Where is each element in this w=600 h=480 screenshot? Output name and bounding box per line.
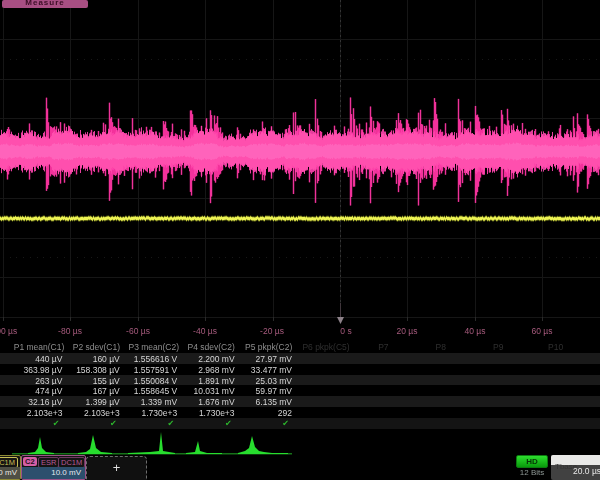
hd-mode-badge[interactable]: HD (516, 455, 548, 468)
timebase-descriptor[interactable]: Tbase 20.0 µs (551, 455, 600, 480)
parameter-table: P1 mean(C1)P2 sdev(C1)P3 mean(C2)P4 sdev… (0, 341, 600, 431)
param-value-cell: 263 µV (10, 376, 62, 386)
param-table-row: 363.98 µV 158.308 µV 1.557591 V 2.968 mV 33.… (0, 364, 600, 375)
param-table-row: 474 µV 167 µV 1.558645 V 10.031 mV 59.97 mV (0, 385, 600, 396)
param-value-cell: 1.558645 V (125, 386, 177, 396)
param-value-cell: 474 µV (10, 386, 62, 396)
param-value-cell: 155 µV (67, 376, 119, 386)
time-axis-label: -80 µs (40, 326, 100, 336)
param-value-cell: 1.399 µV (67, 397, 119, 407)
param-value-cell: 1.676 mV (182, 397, 234, 407)
param-header-unused[interactable]: P6 pkpk(C5) (297, 342, 355, 352)
param-table-row: 2.103e+3 2.103e+3 1.730e+3 1.730e+3 292 (0, 407, 600, 418)
param-value-cell: 1.730e+3 (125, 408, 177, 418)
measure-tab[interactable]: Measure (2, 0, 88, 8)
time-axis-label: -100 µs (0, 326, 33, 336)
time-axis-label: -40 µs (175, 326, 235, 336)
param-value-cell: 10.031 mV (182, 386, 234, 396)
timebase-value: 20.0 µs (573, 466, 600, 476)
param-value-cell: 1.556616 V (125, 354, 177, 364)
param-value-cell: 1.339 mV (125, 397, 177, 407)
param-value-cell: 1.550084 V (125, 376, 177, 386)
hd-bits-label: 12 Bits (512, 468, 552, 477)
param-value-cell: 2.968 mV (182, 365, 234, 375)
param-value-cell: 1.891 mV (182, 376, 234, 386)
param-table-row: 440 µV 160 µV 1.556616 V 2.200 mV 27.97 mV (0, 353, 600, 364)
add-channel-button[interactable]: + (86, 456, 147, 480)
c2-channel-chip: C2 (23, 457, 37, 466)
time-axis-label: 60 µs (512, 326, 572, 336)
param-value-cell: 25.03 mV (240, 376, 292, 386)
param-header[interactable]: P3 mean(C2) (125, 342, 183, 352)
bottom-bar: DC1M 10.0 mV C2 ESR DC1M 10.0 mV + HD 12… (0, 455, 600, 480)
param-value-cell: 160 µV (67, 354, 119, 364)
param-header[interactable]: P5 pkpk(C2) (240, 342, 298, 352)
status-check-icon: ✔ (10, 419, 59, 428)
channel-c2-descriptor[interactable]: C2 ESR DC1M 10.0 mV (21, 455, 86, 480)
plus-icon: + (113, 460, 121, 475)
time-axis-label: 20 µs (377, 326, 437, 336)
param-value-cell: 27.97 mV (240, 354, 292, 364)
param-table-row: 32.16 µV 1.399 µV 1.339 mV 1.676 mV 6.135 mV (0, 396, 600, 407)
param-header-unused[interactable]: P10 (527, 342, 585, 352)
time-axis-label: -20 µs (242, 326, 302, 336)
param-value-cell: 59.97 mV (240, 386, 292, 396)
c1-vertical-scale: 10.0 mV (0, 468, 20, 477)
status-check-icon: ✔ (67, 419, 116, 428)
param-value-cell: 167 µV (67, 386, 119, 396)
param-value-cell: 1.557591 V (125, 365, 177, 375)
param-header-unused[interactable]: P9 (469, 342, 527, 352)
param-header[interactable]: P4 sdev(C2) (182, 342, 240, 352)
measure-tab-label: Measure (2, 0, 88, 7)
param-value-cell: 1.730e+3 (182, 408, 234, 418)
c2-vertical-scale: 10.0 mV (51, 468, 85, 477)
param-table-row: 263 µV 155 µV 1.550084 V 1.891 mV 25.03 mV (0, 375, 600, 386)
param-header-unused[interactable]: P8 (412, 342, 470, 352)
time-axis-label: 0 s (316, 326, 376, 336)
param-value-cell: 440 µV (10, 354, 62, 364)
param-header[interactable]: P2 sdev(C1) (67, 342, 125, 352)
param-value-cell: 32.16 µV (10, 397, 62, 407)
param-value-cell: 158.308 µV (67, 365, 119, 375)
param-header-unused[interactable]: P11 (584, 342, 600, 352)
param-header[interactable]: P1 mean(C1) (10, 342, 68, 352)
status-check-icon: ✔ (125, 419, 174, 428)
param-value-cell: 2.103e+3 (10, 408, 62, 418)
time-axis-label: -60 µs (108, 326, 168, 336)
param-header-unused[interactable]: P7 (354, 342, 412, 352)
param-value-cell: 2.200 mV (182, 354, 234, 364)
param-status-row: ✔ ✔ ✔ ✔ ✔ (0, 418, 600, 429)
param-value-cell: 33.477 mV (240, 365, 292, 375)
param-value-cell: 2.103e+3 (67, 408, 119, 418)
hd-badge-label: HD (526, 457, 538, 466)
time-axis-label: 40 µs (445, 326, 505, 336)
status-check-icon: ✔ (240, 419, 289, 428)
channel-c1-descriptor[interactable]: DC1M 10.0 mV (0, 455, 21, 480)
param-value-cell: 6.135 mV (240, 397, 292, 407)
status-check-icon: ✔ (182, 419, 231, 428)
param-value-cell: 363.98 µV (10, 365, 62, 375)
param-value-cell: 292 (240, 408, 292, 418)
